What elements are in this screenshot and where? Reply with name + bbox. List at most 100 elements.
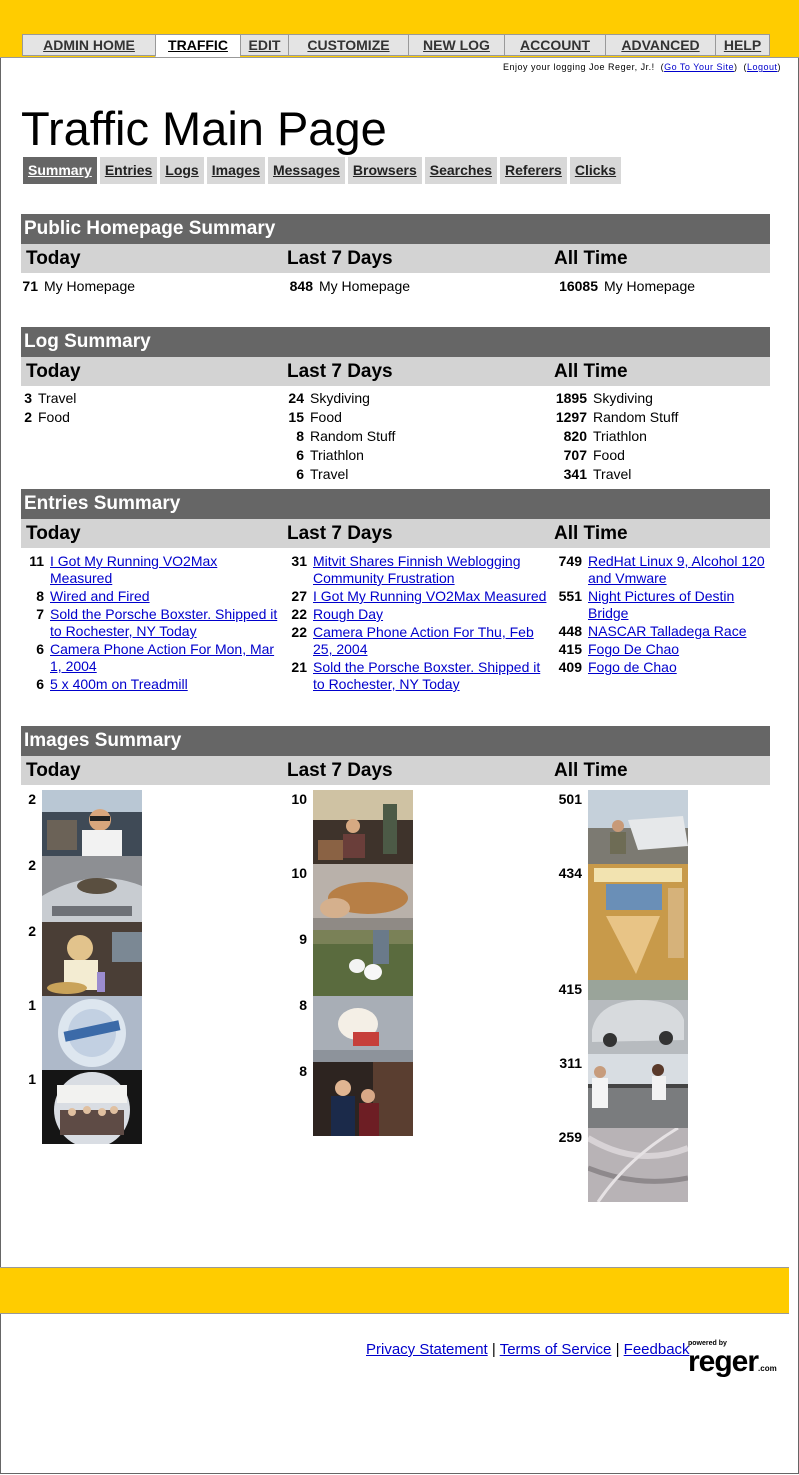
count: 551 bbox=[558, 588, 582, 604]
homepage-summary-section: Public Homepage Summary Today Last 7 Day… bbox=[21, 214, 770, 311]
subtab-entries[interactable]: Entries bbox=[99, 157, 158, 184]
item-label: My Homepage bbox=[604, 278, 696, 294]
entry-link[interactable]: Fogo de Chao bbox=[582, 659, 677, 676]
log-week-col: 24 Skydiving 15 Food 8 Random Stuff 6 Triath… bbox=[283, 389, 395, 484]
image-item: 10 bbox=[283, 790, 413, 864]
entry-link[interactable]: RedHat Linux 9, Alcohol 120 and Vmware bbox=[582, 553, 770, 587]
count: 10 bbox=[291, 791, 307, 807]
entry-link[interactable]: Wired and Fired bbox=[44, 588, 150, 605]
subtab-images[interactable]: Images bbox=[206, 157, 265, 184]
col-week-label: Last 7 Days bbox=[287, 248, 393, 269]
subtab-logs[interactable]: Logs bbox=[160, 157, 204, 184]
logout-link[interactable]: Logout bbox=[747, 62, 778, 72]
col-today-label: Today bbox=[26, 760, 81, 781]
racetrack-fence-photo[interactable] bbox=[588, 1054, 688, 1128]
bmw-car-photo[interactable] bbox=[588, 980, 688, 1054]
entry-link[interactable]: Rough Day bbox=[307, 606, 383, 623]
subtab-clicks[interactable]: Clicks bbox=[569, 157, 622, 184]
count: 1297 bbox=[555, 409, 587, 425]
silver-car-photo[interactable] bbox=[42, 856, 142, 922]
nav-tab-traffic[interactable]: TRAFFIC bbox=[155, 34, 240, 57]
living-room-photo[interactable] bbox=[313, 790, 413, 864]
count: 2 bbox=[28, 857, 36, 873]
nav-tab-customize[interactable]: CUSTOMIZE bbox=[288, 34, 408, 56]
group-photo[interactable] bbox=[42, 1070, 142, 1144]
subtab-referers[interactable]: Referers bbox=[500, 157, 567, 184]
item-label: My Homepage bbox=[44, 278, 136, 294]
subtab-browsers[interactable]: Browsers bbox=[347, 157, 422, 184]
log-summary-heading: Log Summary bbox=[21, 327, 770, 357]
list-item: 3 Travel bbox=[21, 389, 76, 408]
entry-link[interactable]: Mitvit Shares Finnish Weblogging Communi… bbox=[307, 553, 547, 587]
entry-link[interactable]: Night Pictures of Destin Bridge bbox=[582, 588, 770, 622]
list-item: 8 Random Stuff bbox=[283, 427, 395, 446]
tire-closeup-photo[interactable] bbox=[588, 1128, 688, 1202]
restaurant-photo[interactable] bbox=[42, 922, 142, 996]
couple-photo[interactable] bbox=[313, 1062, 413, 1136]
terms-of-service-link[interactable]: Terms of Service bbox=[500, 1341, 612, 1358]
list-item: 415 Fogo De Chao bbox=[551, 641, 770, 658]
powered-by-reger-logo[interactable]: powered by reger.com bbox=[688, 1340, 788, 1380]
count: 27 bbox=[291, 588, 307, 604]
entry-link[interactable]: Camera Phone Action For Thu, Feb 25, 200… bbox=[307, 624, 547, 658]
footer-band bbox=[0, 1267, 789, 1314]
entry-link[interactable]: 5 x 400m on Treadmill bbox=[44, 676, 188, 693]
nav-tab-new-log[interactable]: NEW LOG bbox=[408, 34, 504, 56]
subtab-searches[interactable]: Searches bbox=[424, 157, 498, 184]
item-label: Random Stuff bbox=[593, 409, 679, 425]
entry-link[interactable]: NASCAR Talladega Race bbox=[582, 623, 747, 640]
car-interior-photo[interactable] bbox=[42, 790, 142, 856]
entry-link[interactable]: Sold the Porsche Boxster. Shipped it to … bbox=[307, 659, 547, 693]
user-greeting-line: Enjoy your logging Joe Reger, Jr.! (Go T… bbox=[503, 62, 781, 72]
entries-column-headers: Today Last 7 Days All Time bbox=[21, 519, 770, 548]
subtab-messages[interactable]: Messages bbox=[267, 157, 345, 184]
joereger-logo-photo[interactable] bbox=[42, 996, 142, 1070]
count: 8 bbox=[299, 997, 307, 1013]
list-item: 1895 Skydiving bbox=[551, 389, 678, 408]
privacy-statement-link[interactable]: Privacy Statement bbox=[366, 1341, 488, 1358]
dogs-on-grass-photo[interactable] bbox=[313, 930, 413, 996]
man-and-car-photo[interactable] bbox=[588, 790, 688, 864]
go-to-site-link[interactable]: Go To Your Site bbox=[664, 62, 734, 72]
col-all-label: All Time bbox=[554, 248, 628, 269]
sleeping-dog-photo[interactable] bbox=[313, 864, 413, 930]
images-week-col: 10 10 9 8 8 bbox=[283, 790, 413, 1136]
count: 8 bbox=[36, 588, 44, 604]
count: 22 bbox=[291, 606, 307, 622]
entry-link[interactable]: Sold the Porsche Boxster. Shipped it to … bbox=[44, 606, 279, 640]
count: 31 bbox=[291, 553, 307, 569]
count: 2 bbox=[28, 791, 36, 807]
subtab-summary[interactable]: Summary bbox=[23, 157, 97, 184]
homepage-column-headers: Today Last 7 Days All Time bbox=[21, 244, 770, 273]
nav-tab-advanced[interactable]: ADVANCED bbox=[605, 34, 715, 56]
count: 6 bbox=[296, 447, 304, 463]
list-item: 848 My Homepage bbox=[283, 277, 410, 296]
entry-link[interactable]: I Got My Running VO2Max Measured bbox=[307, 588, 546, 605]
log-all-col: 1895 Skydiving 1297 Random Stuff 820 Triath… bbox=[551, 389, 679, 484]
entry-link[interactable]: I Got My Running VO2Max Measured bbox=[44, 553, 279, 587]
nav-tab-admin-home[interactable]: ADMIN HOME bbox=[22, 34, 155, 56]
nav-tab-edit[interactable]: EDIT bbox=[240, 34, 288, 56]
col-all-label: All Time bbox=[554, 361, 628, 382]
count: 434 bbox=[558, 865, 582, 881]
list-item: 749 RedHat Linux 9, Alcohol 120 and Vmwar… bbox=[551, 553, 770, 587]
list-item: 2 Food bbox=[21, 408, 76, 427]
footer-separator: | bbox=[615, 1341, 620, 1358]
count: 1 bbox=[28, 997, 36, 1013]
item-label: Skydiving bbox=[310, 390, 370, 406]
reger-brand-suffix: .com bbox=[758, 1364, 777, 1373]
entry-link[interactable]: Camera Phone Action For Mon, Mar 1, 2004 bbox=[44, 641, 279, 675]
homepage-summary-heading: Public Homepage Summary bbox=[21, 214, 770, 244]
nav-tab-help[interactable]: HELP bbox=[715, 34, 770, 56]
webpage-screenshot-image[interactable] bbox=[588, 864, 688, 980]
count: 7 bbox=[36, 606, 44, 622]
entry-link[interactable]: Fogo De Chao bbox=[582, 641, 679, 658]
nav-tab-account[interactable]: ACCOUNT bbox=[504, 34, 605, 56]
count: 848 bbox=[289, 278, 313, 294]
puppy-photo[interactable] bbox=[313, 996, 413, 1062]
image-item: 8 bbox=[283, 996, 413, 1062]
top-banner: ADMIN HOME TRAFFIC EDIT CUSTOMIZE NEW LO… bbox=[0, 0, 799, 58]
feedback-link[interactable]: Feedback bbox=[624, 1341, 690, 1358]
images-rows: 2 2 2 1 1 10 10 9 8 8 501 434 415 311 25… bbox=[21, 785, 770, 1215]
count: 1895 bbox=[555, 390, 587, 406]
